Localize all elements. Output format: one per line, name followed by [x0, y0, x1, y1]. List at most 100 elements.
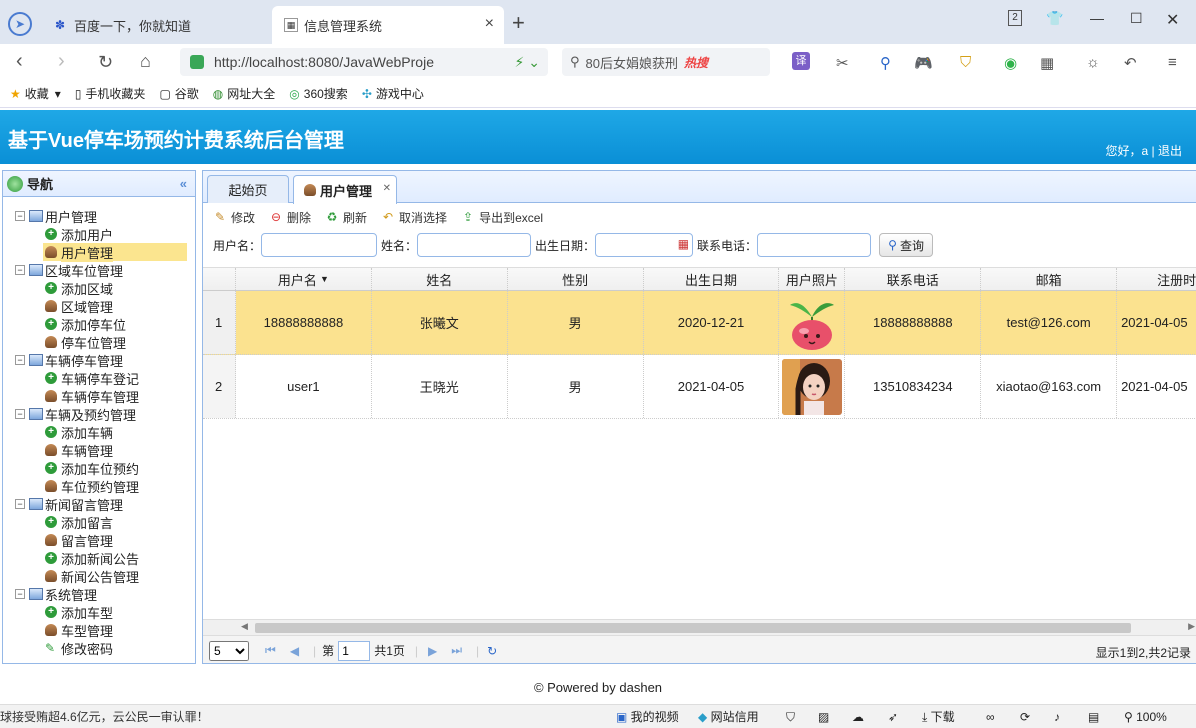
apps-icon[interactable]: ▦ — [1040, 54, 1054, 72]
cancel-select-button[interactable]: ↶ 取消选择 — [381, 209, 447, 226]
chat-icon[interactable]: ◉ — [1004, 54, 1017, 72]
translate-icon[interactable]: 译 — [792, 52, 810, 70]
refresh-button[interactable]: ♻ 刷新 — [325, 209, 367, 226]
bookmark-mobile[interactable]: ▯ 手机收藏夹 — [75, 85, 146, 102]
column-header[interactable]: 用户名 ▼ — [236, 268, 372, 290]
column-header[interactable]: 性别 — [508, 268, 644, 290]
layout-icon[interactable]: ▤ — [1088, 705, 1099, 728]
my-video-link[interactable]: ▣ 我的视频 — [616, 705, 679, 728]
logout-link[interactable]: 退出 — [1158, 144, 1182, 158]
browser-tab-baidu[interactable]: ✽ 百度一下，你就知道 — [40, 6, 270, 44]
bookmark-360[interactable]: ◎ 360搜索 — [289, 85, 348, 102]
close-icon[interactable]: ✕ — [383, 183, 391, 194]
minimize-icon[interactable]: — — [1090, 10, 1104, 26]
forward-icon[interactable]: › — [58, 50, 65, 73]
nav-item-add-vehicle[interactable]: + 添加车辆 — [3, 423, 195, 441]
calendar-icon[interactable]: ▦ — [678, 237, 689, 251]
horizontal-scrollbar[interactable]: ◀ ▶ — [203, 619, 1196, 635]
edit-button[interactable]: ✎ 修改 — [213, 209, 255, 226]
scissors-icon[interactable]: ✂ — [836, 54, 849, 72]
reload-icon[interactable]: ↻ — [487, 644, 497, 658]
column-header[interactable]: 注册时 — [1117, 268, 1196, 290]
image-icon[interactable]: ▨ — [818, 705, 829, 728]
collapse-icon[interactable]: « — [180, 176, 187, 191]
download-link[interactable]: ⤓ 下载 — [922, 705, 955, 728]
nav-item-vehicle-manage[interactable]: 车辆管理 — [3, 441, 195, 459]
news-ticker[interactable]: 球接受贿超4.6亿元，云公民一审认罪！ — [0, 705, 209, 728]
nav-item-user-manage[interactable]: 用户管理 — [3, 242, 187, 262]
window-close-icon[interactable]: ✕ — [1166, 10, 1179, 30]
nav-item-area-manage[interactable]: 区域管理 — [3, 297, 195, 315]
nav-item-add-news[interactable]: + 添加新闻公告 — [3, 549, 195, 567]
brightness-icon[interactable]: ☼ — [1086, 54, 1100, 71]
collapse-toggle-icon[interactable]: − — [15, 355, 25, 365]
nav-item-cartype-manage[interactable]: 车型管理 — [3, 621, 195, 639]
nav-item-spot-manage[interactable]: 停车位管理 — [3, 333, 195, 351]
close-tab-icon[interactable]: × — [485, 15, 494, 33]
cloud-icon[interactable]: ☁ — [852, 705, 864, 728]
nav-item-add-area[interactable]: + 添加区域 — [3, 279, 195, 297]
scroll-right-icon[interactable]: ▶ — [1188, 621, 1195, 632]
tab-start-page[interactable]: 起始页 — [207, 175, 289, 203]
nav-item-news-manage[interactable]: 新闻公告管理 — [3, 567, 195, 585]
nav-item-reservation-manage[interactable]: 车位预约管理 — [3, 477, 195, 495]
bookmark-games[interactable]: ✣ 游戏中心 — [362, 85, 424, 102]
collapse-toggle-icon[interactable]: − — [15, 589, 25, 599]
shield-status-icon[interactable]: ⛉ — [786, 705, 795, 728]
browser-tab-system[interactable]: ▦ 信息管理系统 × — [272, 6, 504, 44]
table-row[interactable]: 1 18888888888 张曦文 男 2020-12-21 188888888… — [203, 291, 1196, 355]
phone-input[interactable] — [757, 233, 872, 257]
bookmark-google[interactable]: ▢ 谷歌 — [159, 85, 198, 102]
column-header[interactable]: 邮箱 — [981, 268, 1118, 290]
shield-badge-icon[interactable]: ⛉ — [960, 54, 971, 71]
nav-item-park-manage[interactable]: 车辆停车管理 — [3, 387, 195, 405]
nav-group-area[interactable]: − 区域车位管理 — [3, 261, 195, 279]
name-input[interactable] — [417, 233, 532, 257]
nav-group-news[interactable]: − 新闻留言管理 — [3, 495, 195, 513]
lightning-icon[interactable]: ⚡ ⌄ — [515, 54, 540, 71]
zoom-control[interactable]: ⚲ 100% — [1124, 705, 1167, 728]
nav-item-add-spot[interactable]: + 添加停车位 — [3, 315, 195, 333]
menu-icon[interactable]: ≡ — [1168, 54, 1177, 71]
back-icon[interactable]: ‹ — [16, 50, 23, 73]
rocket-icon[interactable]: ➶ — [888, 705, 898, 728]
nav-item-park-register[interactable]: + 车辆停车登记 — [3, 369, 195, 387]
page-size-select[interactable]: 5 — [209, 640, 249, 661]
collapse-toggle-icon[interactable]: − — [15, 211, 25, 221]
next-page-icon[interactable]: ▶ — [428, 644, 437, 658]
nav-group-user[interactable]: − 用户管理 — [3, 207, 195, 225]
prev-page-icon[interactable]: ◀ — [290, 644, 299, 658]
column-header[interactable]: 出生日期 — [644, 268, 780, 290]
sync-icon[interactable]: ⟳ — [1020, 705, 1030, 728]
nav-item-add-message[interactable]: + 添加留言 — [3, 513, 195, 531]
page-number-input[interactable] — [338, 640, 371, 661]
glasses-icon[interactable]: ∞ — [986, 705, 995, 728]
undo-icon[interactable]: ↶ — [1124, 54, 1137, 72]
column-header[interactable]: 用户照片 — [779, 268, 846, 290]
url-bar[interactable]: http://localhost:8080/JavaWebProje ⚡ ⌄ — [180, 48, 548, 76]
nav-group-parking[interactable]: − 车辆停车管理 — [3, 351, 195, 369]
search-box[interactable]: ⚲ 80后女娟娘获刑 热搜 — [562, 48, 770, 76]
sound-icon[interactable]: ♪ — [1054, 705, 1060, 728]
first-page-icon[interactable]: ⏮ — [265, 643, 276, 658]
site-credit-link[interactable]: ◆ 网站信用 — [698, 705, 759, 728]
delete-button[interactable]: ⊖ 删除 — [269, 209, 311, 226]
table-row[interactable]: 2 user1 王晓光 男 2021-04-05 13510834234 xia… — [203, 355, 1196, 419]
bookmark-favorites[interactable]: ★ 收藏 ▾ — [10, 85, 61, 102]
browser-logo-icon[interactable]: ➤ — [8, 12, 32, 36]
shirt-icon[interactable]: 👕 — [1046, 10, 1063, 27]
scroll-left-icon[interactable]: ◀ — [241, 621, 248, 632]
nav-group-vehicle[interactable]: − 车辆及预约管理 — [3, 405, 195, 423]
collapse-toggle-icon[interactable]: − — [15, 409, 25, 419]
column-header[interactable]: 姓名 — [372, 268, 508, 290]
bookmark-sites[interactable]: ◍ 网址大全 — [213, 85, 276, 102]
home-icon[interactable]: ⌂ — [140, 51, 151, 72]
export-excel-button[interactable]: ⇪ 导出到excel — [461, 209, 543, 226]
birth-date-field[interactable]: ▦ — [595, 233, 697, 257]
maximize-icon[interactable]: ☐ — [1130, 10, 1143, 27]
nav-item-change-password[interactable]: ✎ 修改密码 — [3, 639, 195, 657]
tab-count-badge[interactable]: 2 — [1008, 10, 1022, 26]
query-button[interactable]: ⚲ 查询 — [879, 233, 934, 257]
game-icon[interactable]: 🎮 — [914, 54, 933, 72]
nav-item-add-reservation[interactable]: + 添加车位预约 — [3, 459, 195, 477]
